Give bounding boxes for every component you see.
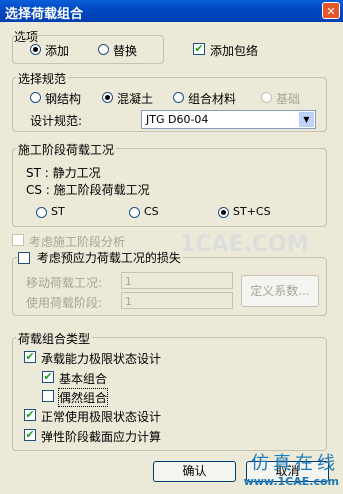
stage-legend: 施工阶段荷载工况: [16, 141, 117, 158]
moving-label: 移动荷载工况:: [26, 276, 103, 290]
radio-foundation-label: 基础: [276, 92, 301, 106]
moving-value: 1: [125, 275, 132, 288]
checkbox-elastic-label: 弹性阶段截面应力计算: [41, 430, 162, 444]
checkbox-uls-label: 承载能力极限状态设计: [41, 352, 162, 366]
prestress-legend: 考虑预应力荷载工况的损失: [36, 251, 181, 265]
radio-composite[interactable]: [173, 92, 184, 103]
prestress-legend-wrap: 考虑预应力荷载工况的损失: [18, 249, 183, 266]
radio-foundation[interactable]: [261, 92, 272, 103]
checkbox-accidental-label: 偶然组合: [57, 388, 109, 407]
checkbox-envelope[interactable]: ✔: [193, 43, 205, 55]
radio-add-label: 添加: [45, 44, 70, 58]
stage-st-line: ST : 静力工况: [26, 166, 101, 180]
radio-concrete[interactable]: [102, 92, 113, 103]
watermark-text: 1CAE.COM: [180, 232, 309, 257]
radio-cs[interactable]: [129, 207, 140, 218]
moving-field[interactable]: 1: [121, 272, 233, 289]
radio-concrete-label: 混凝土: [117, 92, 154, 106]
radio-steel[interactable]: [30, 92, 41, 103]
checkbox-sls[interactable]: ✔: [24, 409, 36, 421]
define-coefficient-button[interactable]: 定义系数...: [241, 275, 319, 307]
radio-st[interactable]: [36, 207, 47, 218]
using-value: 1: [125, 295, 132, 308]
radio-cs-label: CS: [144, 205, 159, 218]
brand-url: www.1CAE.com: [243, 475, 339, 488]
checkbox-accidental[interactable]: [42, 390, 54, 402]
radio-stcs[interactable]: [218, 207, 229, 218]
radio-composite-label: 组合材料: [188, 92, 237, 106]
combo-legend: 荷载组合类型: [16, 330, 93, 347]
design-code-value: JTG D60-04: [146, 113, 209, 126]
radio-replace[interactable]: [98, 44, 109, 55]
using-label: 使用荷载阶段:: [26, 296, 103, 310]
window-title: 选择荷载组合: [5, 7, 84, 22]
checkbox-elastic[interactable]: ✔: [24, 429, 36, 441]
chevron-down-icon[interactable]: ▼: [299, 112, 314, 127]
spec-legend: 选择规范: [16, 70, 69, 87]
design-code-label: 设计规范:: [30, 114, 83, 128]
brand-watermark: 仿真在线 www.1CAE.com: [244, 449, 339, 488]
radio-st-label: ST: [51, 205, 65, 218]
checkbox-basic-label: 基本组合: [59, 372, 108, 386]
ok-button[interactable]: 确认: [153, 461, 236, 482]
checkbox-sls-label: 正常使用极限状态设计: [41, 410, 162, 424]
radio-replace-label: 替换: [113, 44, 138, 58]
checkbox-envelope-label: 添加包络: [210, 44, 259, 58]
radio-stcs-label: ST+CS: [233, 205, 271, 218]
checkbox-prestress[interactable]: [18, 252, 30, 264]
checkbox-basic[interactable]: ✔: [42, 371, 54, 383]
checkbox-uls[interactable]: ✔: [24, 351, 36, 363]
radio-steel-label: 钢结构: [45, 92, 82, 106]
checkbox-consider-stage[interactable]: [12, 234, 24, 246]
brand-name: 仿真在线: [251, 453, 339, 474]
checkbox-consider-stage-label: 考虑施工阶段分析: [29, 235, 126, 249]
radio-add[interactable]: [30, 44, 41, 55]
using-field[interactable]: 1: [121, 292, 233, 309]
close-button[interactable]: ✕: [322, 2, 340, 19]
title-bar: 选择荷载组合 ✕: [0, 0, 343, 22]
design-code-select[interactable]: JTG D60-04 ▼: [141, 110, 316, 129]
stage-cs-line: CS : 施工阶段荷载工况: [26, 183, 150, 197]
